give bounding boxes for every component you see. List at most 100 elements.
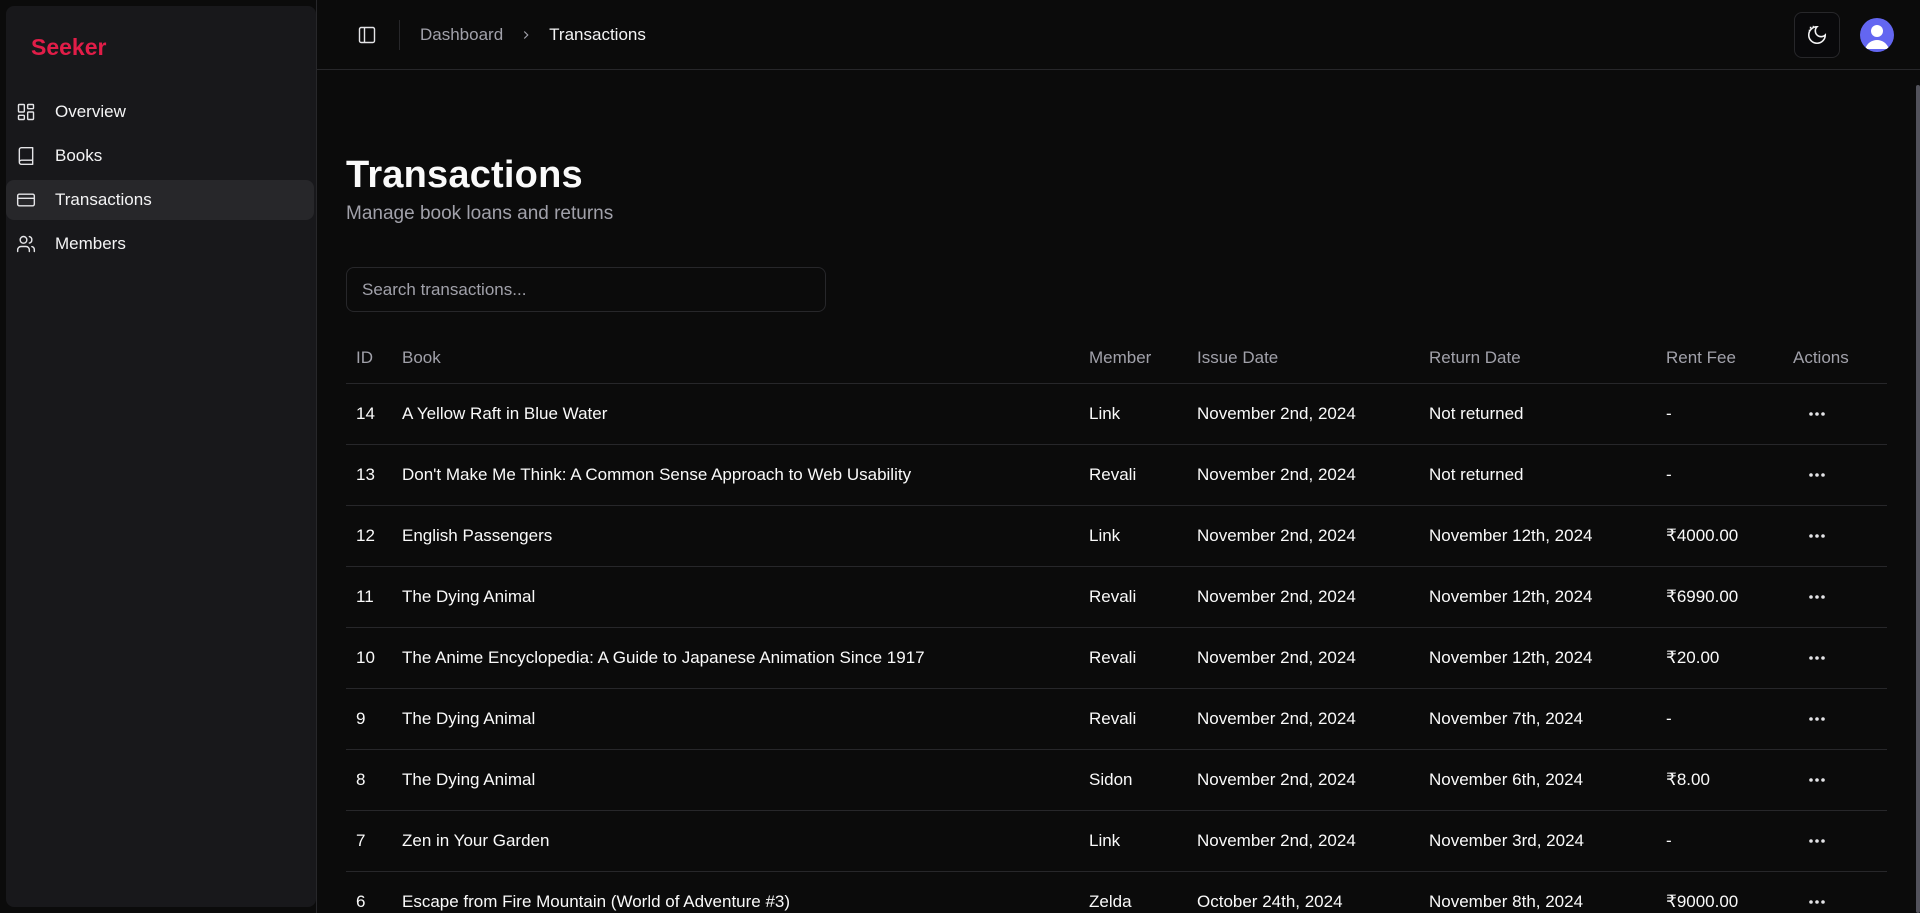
column-header-book[interactable]: Book bbox=[392, 334, 1079, 384]
cell-return-date: November 12th, 2024 bbox=[1419, 627, 1656, 689]
more-horizontal-icon bbox=[1809, 533, 1825, 538]
cell-return-date: November 12th, 2024 bbox=[1419, 566, 1656, 628]
table-row[interactable]: 14 A Yellow Raft in Blue Water Link Nove… bbox=[346, 383, 1887, 445]
table-row[interactable]: 11 The Dying Animal Revali November 2nd,… bbox=[346, 566, 1887, 628]
breadcrumb: Dashboard Transactions bbox=[420, 25, 646, 45]
cell-rent-fee: ₹20.00 bbox=[1656, 627, 1783, 689]
sidebar-item-transactions[interactable]: Transactions bbox=[6, 180, 314, 220]
theme-toggle-button[interactable] bbox=[1794, 12, 1840, 58]
row-actions-button[interactable] bbox=[1801, 764, 1833, 796]
avatar[interactable] bbox=[1860, 18, 1894, 52]
cell-member: Zelda bbox=[1079, 871, 1187, 913]
cell-actions bbox=[1783, 627, 1887, 689]
sidebar-nav: Overview Books Transactions Members bbox=[6, 90, 316, 266]
header-actions bbox=[1794, 12, 1894, 58]
column-header-id[interactable]: ID bbox=[346, 334, 392, 384]
page-title: Transactions bbox=[346, 154, 583, 196]
moon-sun-icon bbox=[1808, 25, 1827, 44]
row-actions-button[interactable] bbox=[1801, 398, 1833, 430]
cell-issue-date: November 2nd, 2024 bbox=[1187, 444, 1419, 506]
table-row[interactable]: 9 The Dying Animal Revali November 2nd, … bbox=[346, 688, 1887, 750]
more-horizontal-icon bbox=[1809, 472, 1825, 477]
user-icon bbox=[1865, 25, 1889, 49]
main-content: Dashboard Transactions Transactions Mana… bbox=[316, 0, 1920, 913]
cell-issue-date: November 2nd, 2024 bbox=[1187, 688, 1419, 750]
sidebar: Seeker Overview Books Transactions Membe… bbox=[0, 0, 316, 913]
column-header-issue-date[interactable]: Issue Date bbox=[1187, 334, 1419, 384]
cell-id: 9 bbox=[346, 688, 392, 750]
table-row[interactable]: 8 The Dying Animal Sidon November 2nd, 2… bbox=[346, 749, 1887, 811]
cell-book: The Dying Animal bbox=[392, 688, 1079, 750]
row-actions-button[interactable] bbox=[1801, 581, 1833, 613]
cell-return-date: November 6th, 2024 bbox=[1419, 749, 1656, 811]
cell-rent-fee: ₹6990.00 bbox=[1656, 566, 1783, 628]
page-subtitle: Manage book loans and returns bbox=[346, 203, 614, 224]
breadcrumb-dashboard-link[interactable]: Dashboard bbox=[420, 25, 503, 45]
column-header-member[interactable]: Member bbox=[1079, 334, 1187, 384]
table-row[interactable]: 12 English Passengers Link November 2nd,… bbox=[346, 505, 1887, 567]
row-actions-button[interactable] bbox=[1801, 642, 1833, 674]
row-actions-button[interactable] bbox=[1801, 703, 1833, 735]
cell-member: Revali bbox=[1079, 566, 1187, 628]
row-actions-button[interactable] bbox=[1801, 825, 1833, 857]
sidebar-panel: Seeker Overview Books Transactions Membe… bbox=[6, 6, 316, 907]
cell-rent-fee: ₹9000.00 bbox=[1656, 871, 1783, 913]
header-divider bbox=[399, 19, 400, 50]
cell-actions bbox=[1783, 871, 1887, 913]
cell-return-date: November 12th, 2024 bbox=[1419, 505, 1656, 567]
cell-id: 12 bbox=[346, 505, 392, 567]
row-actions-button[interactable] bbox=[1801, 459, 1833, 491]
cell-return-date: Not returned bbox=[1419, 444, 1656, 506]
breadcrumb-current: Transactions bbox=[549, 24, 646, 44]
column-header-rent-fee[interactable]: Rent Fee bbox=[1656, 334, 1783, 384]
cell-actions bbox=[1783, 749, 1887, 811]
cell-id: 6 bbox=[346, 871, 392, 913]
sidebar-item-books[interactable]: Books bbox=[6, 136, 314, 176]
sidebar-item-members[interactable]: Members bbox=[6, 224, 314, 264]
cell-actions bbox=[1783, 810, 1887, 872]
cell-id: 13 bbox=[346, 444, 392, 506]
table-row[interactable]: 6 Escape from Fire Mountain (World of Ad… bbox=[346, 871, 1887, 913]
scrollbar[interactable] bbox=[1916, 85, 1920, 913]
chevron-right-icon bbox=[519, 28, 533, 42]
table-row[interactable]: 10 The Anime Encyclopedia: A Guide to Ja… bbox=[346, 627, 1887, 689]
users-icon bbox=[16, 234, 36, 254]
cell-member: Revali bbox=[1079, 627, 1187, 689]
sidebar-toggle-button[interactable] bbox=[355, 23, 379, 47]
sidebar-item-overview[interactable]: Overview bbox=[6, 92, 314, 132]
cell-rent-fee: - bbox=[1656, 810, 1783, 872]
cell-book: The Dying Animal bbox=[392, 749, 1079, 811]
cell-member: Revali bbox=[1079, 688, 1187, 750]
transactions-section: Transactions Manage book loans and retur… bbox=[317, 154, 1920, 913]
top-header: Dashboard Transactions bbox=[317, 0, 1920, 70]
row-actions-button[interactable] bbox=[1801, 520, 1833, 552]
cell-actions bbox=[1783, 383, 1887, 445]
more-horizontal-icon bbox=[1809, 411, 1825, 416]
panel-left-icon bbox=[358, 26, 376, 43]
credit-card-icon bbox=[16, 190, 36, 210]
brand-logo[interactable]: Seeker bbox=[6, 6, 316, 90]
cell-rent-fee: - bbox=[1656, 688, 1783, 750]
cell-rent-fee: ₹8.00 bbox=[1656, 749, 1783, 811]
table-row[interactable]: 7 Zen in Your Garden Link November 2nd, … bbox=[346, 810, 1887, 872]
cell-book: A Yellow Raft in Blue Water bbox=[392, 383, 1079, 445]
cell-book: Zen in Your Garden bbox=[392, 810, 1079, 872]
cell-member: Link bbox=[1079, 383, 1187, 445]
cell-actions bbox=[1783, 505, 1887, 567]
table-row[interactable]: 13 Don't Make Me Think: A Common Sense A… bbox=[346, 444, 1887, 506]
cell-book: The Dying Animal bbox=[392, 566, 1079, 628]
cell-id: 14 bbox=[346, 383, 392, 445]
cell-rent-fee: - bbox=[1656, 444, 1783, 506]
row-actions-button[interactable] bbox=[1801, 886, 1833, 913]
cell-book: Don't Make Me Think: A Common Sense Appr… bbox=[392, 444, 1079, 506]
cell-issue-date: November 2nd, 2024 bbox=[1187, 810, 1419, 872]
more-horizontal-icon bbox=[1809, 716, 1825, 721]
cell-book: The Anime Encyclopedia: A Guide to Japan… bbox=[392, 627, 1079, 689]
cell-issue-date: November 2nd, 2024 bbox=[1187, 383, 1419, 445]
cell-actions bbox=[1783, 566, 1887, 628]
cell-member: Sidon bbox=[1079, 749, 1187, 811]
cell-actions bbox=[1783, 444, 1887, 506]
column-header-return-date[interactable]: Return Date bbox=[1419, 334, 1656, 384]
search-input[interactable] bbox=[346, 267, 826, 312]
cell-rent-fee: - bbox=[1656, 383, 1783, 445]
